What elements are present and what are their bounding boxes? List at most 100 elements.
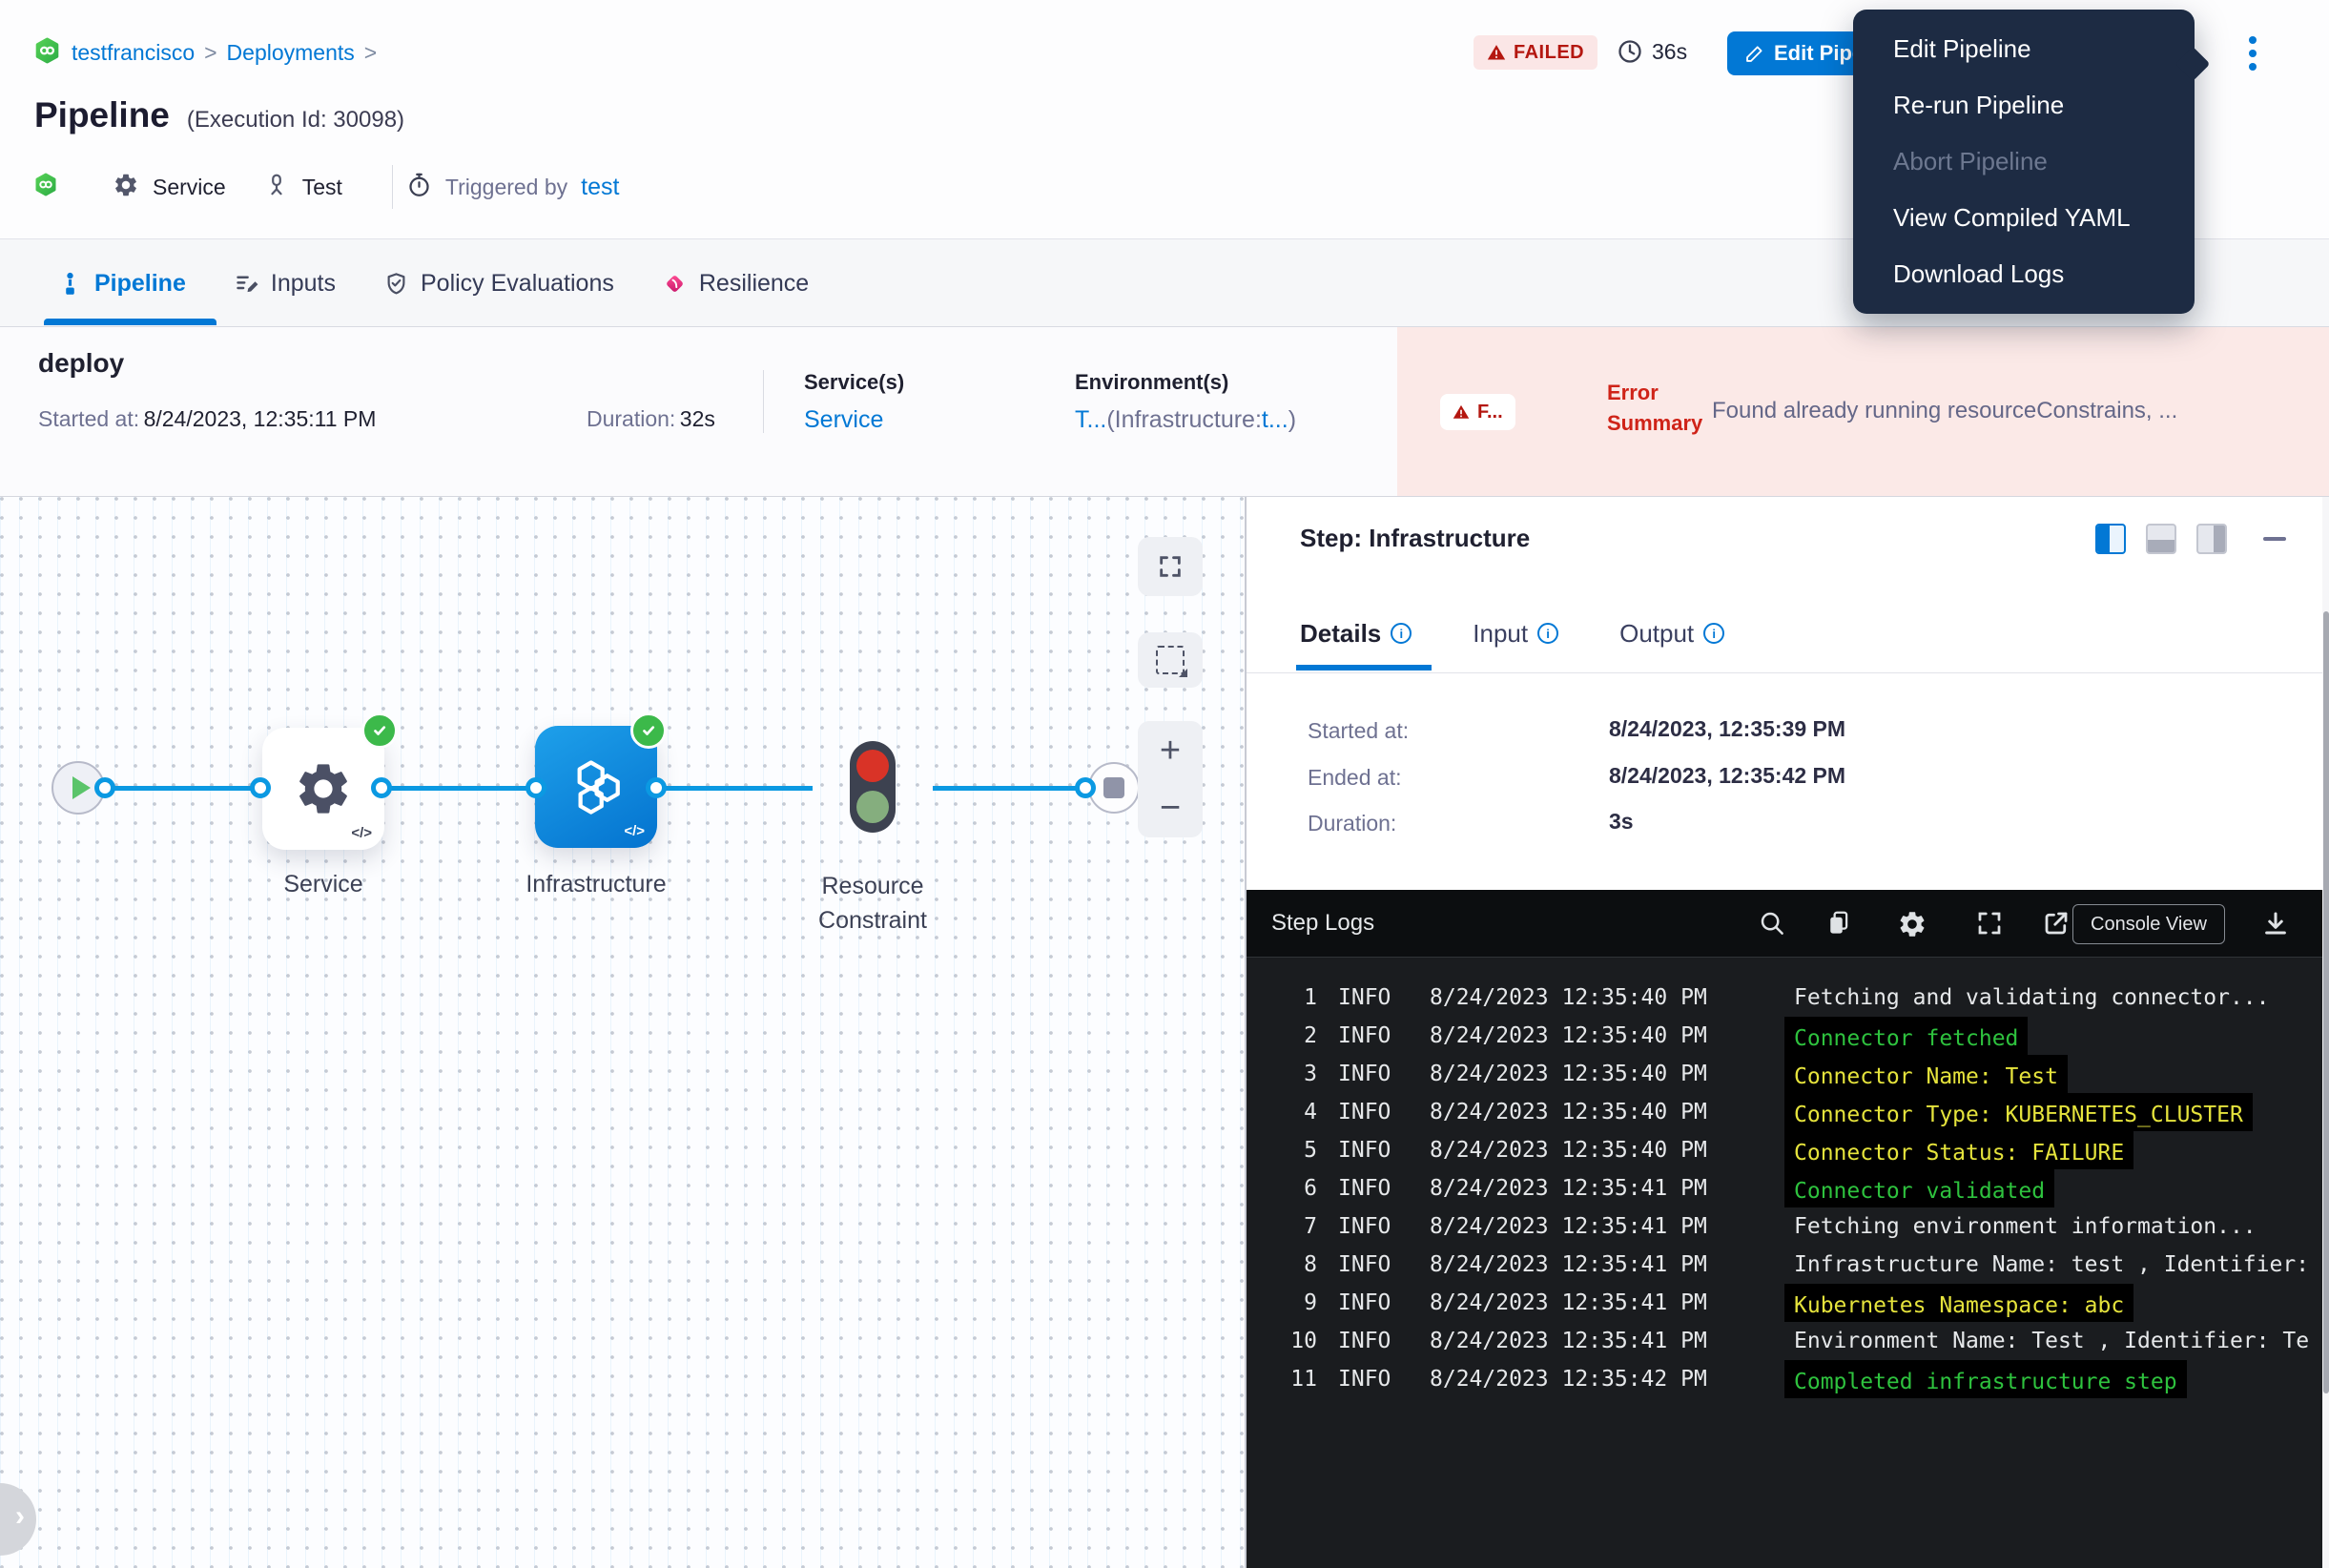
stage-started-label: Started at: [38, 406, 139, 431]
log-time: 8/24/2023 12:35:41 PM [1430, 1169, 1794, 1207]
zoom-out-button[interactable]: − [1160, 790, 1181, 826]
marquee-select-button[interactable] [1138, 632, 1203, 688]
stage-duration-label: Duration: [587, 406, 675, 431]
log-level: INFO [1338, 979, 1412, 1017]
chevron-right-icon: › [15, 1500, 25, 1533]
log-level: INFO [1338, 1284, 1412, 1322]
log-row: 5 INFO 8/24/2023 12:35:40 PM Connector S… [1247, 1131, 2322, 1169]
log-level: INFO [1338, 1207, 1412, 1246]
node-service[interactable]: </> [262, 728, 384, 850]
stage-duration-value: 32s [680, 406, 715, 431]
log-level: INFO [1338, 1169, 1412, 1207]
error-summary-label: Error Summary [1607, 378, 1712, 439]
panel-scrollbar[interactable] [2322, 497, 2329, 1568]
graph-connector [371, 777, 392, 798]
log-message: Completed infrastructure step [1784, 1360, 2187, 1398]
detail-ended-label: Ended at: [1308, 765, 1401, 791]
breadcrumb-deployments-link[interactable]: Deployments [227, 40, 355, 66]
log-message: Fetching environment information... [1794, 1207, 2257, 1246]
triggered-by-user-link[interactable]: test [581, 174, 619, 201]
log-message: Connector validated [1784, 1169, 2054, 1207]
copy-icon[interactable] [1824, 909, 1855, 939]
service-link[interactable]: Service [804, 406, 883, 434]
graph-connector [250, 777, 271, 798]
marquee-icon [1156, 646, 1185, 674]
open-in-new-icon[interactable] [2042, 909, 2072, 939]
log-message: Connector Type: KUBERNETES_CLUSTER [1784, 1093, 2253, 1131]
harness-logo-icon [34, 36, 60, 70]
expand-icon[interactable] [1975, 909, 2006, 939]
tab-input[interactable]: Inputi [1473, 619, 1558, 649]
log-line-number: 6 [1247, 1169, 1317, 1207]
status-badge: FAILED [1474, 35, 1597, 70]
log-row: 8 INFO 8/24/2023 12:35:41 PM Infrastruct… [1247, 1246, 2322, 1284]
console-view-button[interactable]: Console View [2072, 904, 2225, 944]
environments-label: Environment(s) [1075, 370, 1228, 395]
zoom-controls: + − [1138, 721, 1203, 837]
breadcrumb-account-link[interactable]: testfrancisco [72, 40, 195, 66]
breadcrumb-separator: > [204, 40, 216, 66]
log-message: Connector fetched [1784, 1017, 2028, 1055]
scrollbar-thumb[interactable] [2323, 611, 2329, 1393]
layout-split-view-button[interactable] [2095, 524, 2126, 554]
download-icon[interactable] [2261, 909, 2292, 939]
tab-inputs[interactable]: Inputs [234, 270, 336, 298]
log-line-number: 10 [1247, 1322, 1317, 1360]
tab-details[interactable]: Detailsi [1300, 619, 1412, 649]
log-message: Infrastructure Name: test , Identifier: [1794, 1246, 2309, 1284]
fullscreen-button[interactable] [1138, 537, 1203, 596]
active-tab-underline [1296, 665, 1432, 671]
tab-resilience[interactable]: Resilience [662, 270, 809, 298]
minimize-panel-button[interactable] [2263, 537, 2286, 541]
kubernetes-hexagons-icon [564, 754, 629, 819]
log-line-number: 4 [1247, 1093, 1317, 1131]
log-row: 7 INFO 8/24/2023 12:35:41 PM Fetching en… [1247, 1207, 2322, 1246]
info-icon[interactable]: i [1703, 623, 1724, 644]
log-line-number: 1 [1247, 979, 1317, 1017]
code-icon: </> [624, 823, 645, 839]
environment-infra-label: (Infrastructure: [1106, 406, 1262, 433]
service-type-label: Service [153, 175, 226, 200]
log-row: 3 INFO 8/24/2023 12:35:40 PM Connector N… [1247, 1055, 2322, 1093]
menu-item-view-compiled-yaml[interactable]: View Compiled YAML [1853, 190, 2195, 246]
log-level: INFO [1338, 1055, 1412, 1093]
breadcrumb-separator: > [364, 40, 377, 66]
log-row: 11 INFO 8/24/2023 12:35:42 PM Completed … [1247, 1360, 2322, 1398]
pipeline-graph-canvas: </> Service </> Infrastructure Resource … [0, 497, 1246, 1568]
traffic-light-red [856, 750, 889, 782]
menu-item-edit-pipeline[interactable]: Edit Pipeline [1853, 21, 2195, 77]
log-level: INFO [1338, 1246, 1412, 1284]
layout-bottom-view-button[interactable] [2146, 524, 2176, 554]
log-row: 9 INFO 8/24/2023 12:35:41 PM Kubernetes … [1247, 1284, 2322, 1322]
warning-triangle-icon [1453, 403, 1470, 421]
search-icon[interactable] [1758, 909, 1788, 939]
log-row: 2 INFO 8/24/2023 12:35:40 PM Connector f… [1247, 1017, 2322, 1055]
gear-icon[interactable] [1897, 909, 1927, 939]
tab-policy-evaluations[interactable]: Policy Evaluations [383, 270, 614, 298]
log-row: 10 INFO 8/24/2023 12:35:41 PM Environmen… [1247, 1322, 2322, 1360]
more-options-kebab-menu[interactable] [2236, 27, 2270, 80]
detail-duration-value: 3s [1609, 809, 1634, 835]
traffic-light-green [856, 791, 889, 823]
left-panel-collapse-handle[interactable]: › [0, 1483, 36, 1556]
menu-item-download-logs[interactable]: Download Logs [1853, 246, 2195, 302]
log-row: 1 INFO 8/24/2023 12:35:40 PM Fetching an… [1247, 979, 2322, 1017]
node-infrastructure[interactable]: </> [535, 726, 657, 848]
environment-link[interactable]: T... [1075, 406, 1106, 433]
info-icon[interactable]: i [1537, 623, 1558, 644]
environment-infra-link[interactable]: t... [1262, 406, 1288, 433]
menu-item-rerun-pipeline[interactable]: Re-run Pipeline [1853, 77, 2195, 134]
log-time: 8/24/2023 12:35:40 PM [1430, 1017, 1794, 1055]
node-resource-constraint[interactable] [850, 741, 896, 833]
stage-divider [763, 370, 764, 433]
trigger-type-icon [264, 173, 289, 202]
graph-connector [646, 777, 667, 798]
tab-output[interactable]: Outputi [1619, 619, 1724, 649]
code-icon: </> [351, 825, 372, 841]
tab-pipeline[interactable]: Pipeline [57, 270, 186, 298]
info-icon[interactable]: i [1391, 623, 1412, 644]
breadcrumb: testfrancisco > Deployments > [34, 36, 386, 70]
error-summary-message: Found already running resourceConstrains… [1712, 398, 2177, 424]
zoom-in-button[interactable]: + [1160, 732, 1181, 769]
layout-right-view-button[interactable] [2196, 524, 2227, 554]
